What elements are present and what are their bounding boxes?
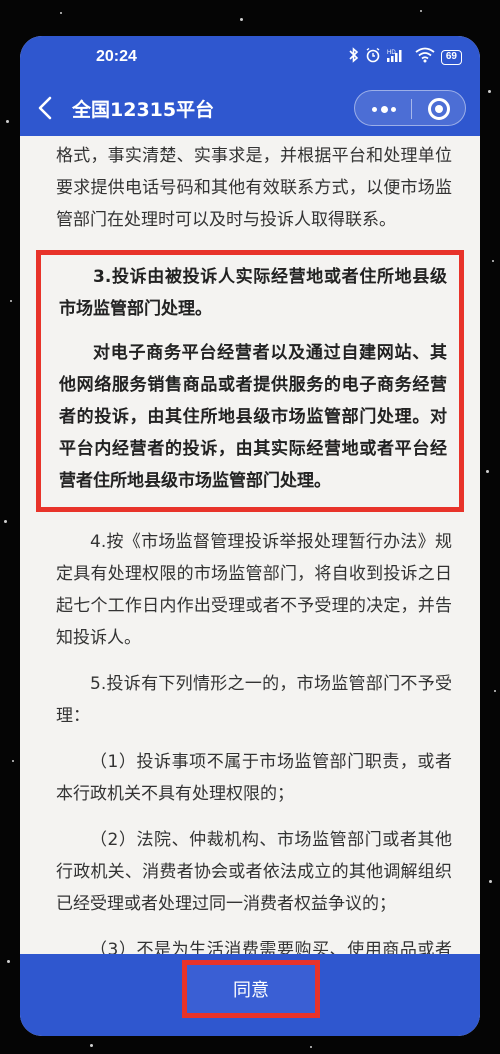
background-speck [492, 260, 494, 262]
background-speck [7, 960, 10, 963]
dots-icon [391, 107, 396, 112]
clause-4-paragraph: 4.按《市场监督管理投诉举报处理暂行办法》规定具有处理权限的市场监管部门，将自收… [56, 532, 452, 648]
mini-program-capsule [354, 90, 466, 126]
hd-signal-icon: HD [386, 47, 409, 68]
status-icons: HD 69 [349, 47, 462, 68]
agreement-content[interactable]: 格式，事实清楚、实事求是，并根据平台和处理单位要求提供电话号码和其他有效联系方式… [20, 136, 480, 990]
background-speck [240, 18, 243, 21]
background-speck [12, 760, 14, 762]
back-button[interactable] [34, 94, 58, 122]
bottom-action-bar: 同意 [20, 954, 480, 1036]
clause-3-detail-paragraph: 对电子商务平台经营者以及通过自建网站、其他网络服务销售商品或者提供服务的电子商务… [59, 343, 447, 491]
background-speck [6, 120, 9, 123]
intro-paragraph: 格式，事实清楚、实事求是，并根据平台和处理单位要求提供电话号码和其他有效联系方式… [56, 146, 452, 230]
background-speck [60, 12, 62, 14]
background-speck [486, 470, 489, 473]
wifi-icon [415, 47, 435, 68]
page-title: 全国12315平台 [72, 99, 215, 121]
more-menu-button[interactable] [355, 91, 411, 127]
background-speck [4, 520, 7, 523]
status-bar: 20:24 HD 69 [20, 36, 480, 80]
battery-icon: 69 [440, 50, 462, 65]
clause-5-paragraph: 5.投诉有下列情形之一的，市场监管部门不予受理： [56, 674, 452, 726]
background-speck [489, 880, 492, 883]
phone-screen: 20:24 HD 69 全国12315平台 格式，事实清楚、实事求是，并根据平台… [20, 36, 480, 1036]
nav-bar: 全国12315平台 [20, 80, 480, 136]
chevron-left-icon [38, 96, 52, 120]
background-speck [420, 10, 422, 12]
alarm-icon [365, 47, 381, 68]
bluetooth-icon [349, 47, 359, 68]
background-speck [494, 690, 496, 692]
status-time: 20:24 [96, 48, 137, 65]
highlighted-clause: 3.投诉由被投诉人实际经营地或者住所地县级市场监管部门处理。 对电子商务平台经营… [36, 250, 464, 512]
target-icon-dot [435, 105, 443, 113]
background-speck [90, 1044, 93, 1047]
dots-icon [372, 107, 377, 112]
clause-5-item-1: （1）投诉事项不属于市场监管部门职责，或者本行政机关不具有处理权限的； [56, 752, 452, 804]
background-speck [310, 1046, 312, 1048]
clause-3-paragraph: 3.投诉由被投诉人实际经营地或者住所地县级市场监管部门处理。 [59, 267, 447, 319]
background-speck [488, 90, 491, 93]
svg-text:HD: HD [387, 50, 396, 56]
close-mini-program-button[interactable] [411, 91, 467, 127]
clause-5-item-2: （2）法院、仲裁机构、市场监管部门或者其他行政机关、消费者协会或者依法成立的其他… [56, 830, 452, 914]
background-speck [10, 300, 12, 302]
agree-button[interactable]: 同意 [182, 960, 320, 1018]
dots-icon [381, 106, 388, 113]
